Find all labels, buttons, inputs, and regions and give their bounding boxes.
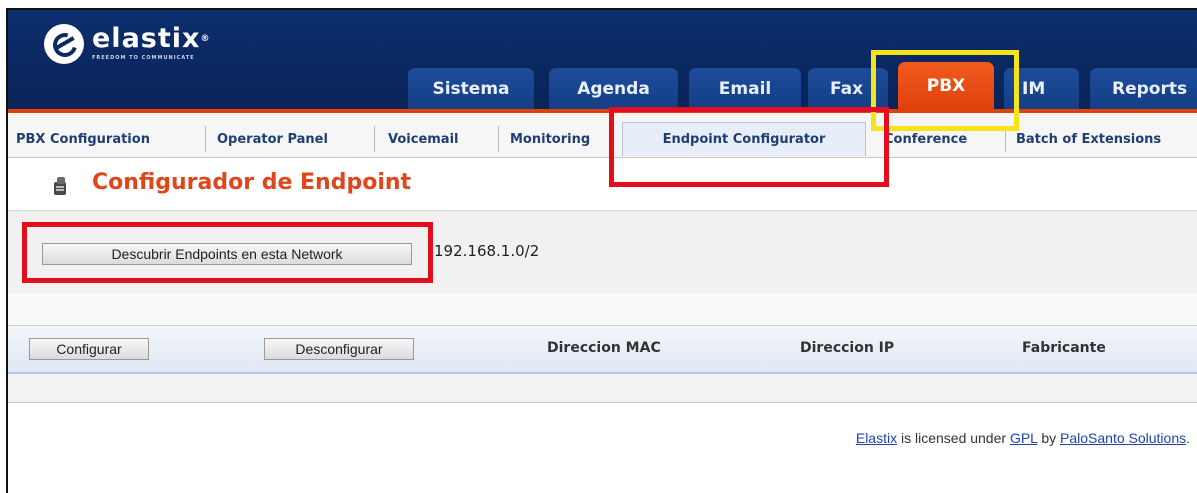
page-title: Configurador de Endpoint <box>92 170 412 195</box>
tab-reports[interactable]: Reports <box>1090 68 1197 110</box>
footer-text: . <box>1186 430 1190 446</box>
tab-label: Sistema <box>432 79 510 99</box>
submenu-label: Conference <box>884 131 968 147</box>
tab-email[interactable]: Email <box>689 68 801 110</box>
submenu-voicemail[interactable]: Voicemail <box>388 125 488 153</box>
submenu-monitoring[interactable]: Monitoring <box>510 125 610 153</box>
tab-sistema[interactable]: Sistema <box>408 68 534 110</box>
column-header-ip[interactable]: Direccion IP <box>800 340 894 356</box>
submenu-label: Operator Panel <box>217 131 328 147</box>
spacer-row <box>8 293 1197 326</box>
tab-agenda[interactable]: Agenda <box>549 68 678 110</box>
footer-text: is licensed under <box>897 430 1010 446</box>
logo-text: elastix <box>92 23 201 54</box>
palosanto-link[interactable]: PaloSanto Solutions <box>1060 430 1186 446</box>
tab-label: Reports <box>1112 79 1188 99</box>
submenu-pbx-configuration[interactable]: PBX Configuration <box>16 125 196 153</box>
elastix-link[interactable]: Elastix <box>856 430 897 446</box>
submenu-label: Monitoring <box>510 131 591 147</box>
pbx-tab-highlight <box>871 50 1019 131</box>
app-frame: elastix® FREEDOM TO COMMUNICATE Sistema … <box>6 8 1197 493</box>
configure-button[interactable]: Configurar <box>29 338 149 360</box>
footer-license: Elastix is licensed under GPL by PaloSan… <box>8 430 1190 446</box>
tab-label: Agenda <box>577 79 650 99</box>
submenu-label: Batch of Extensions <box>1016 131 1162 147</box>
network-value[interactable]: 192.168.1.0/2 <box>434 242 539 260</box>
phone-icon <box>54 177 66 195</box>
button-label: Desconfigurar <box>295 341 383 357</box>
logo-wordmark: elastix® FREEDOM TO COMMUNICATE <box>92 23 211 62</box>
submenu-divider <box>498 126 499 152</box>
button-label: Configurar <box>56 341 122 357</box>
elastix-logo-icon <box>44 24 84 64</box>
endpoint-configurator-highlight <box>609 107 889 187</box>
elastix-logo[interactable]: elastix® FREEDOM TO COMMUNICATE <box>44 24 210 64</box>
gpl-link[interactable]: GPL <box>1010 430 1038 446</box>
logo-registered-mark: ® <box>200 34 211 44</box>
tab-label: Email <box>718 79 772 99</box>
tab-label: Fax <box>830 79 864 99</box>
tab-label: IM <box>1022 79 1046 99</box>
submenu-divider <box>374 126 375 152</box>
footer-text: by <box>1037 430 1061 446</box>
submenu-operator-panel[interactable]: Operator Panel <box>217 125 367 153</box>
logo-tagline: FREEDOM TO COMMUNICATE <box>92 55 195 61</box>
page-title-row: Configurador de Endpoint <box>8 158 1197 202</box>
submenu-divider <box>205 126 206 152</box>
unconfigure-button[interactable]: Desconfigurar <box>264 338 414 360</box>
column-header-mac[interactable]: Direccion MAC <box>547 340 661 356</box>
discover-button-highlight <box>22 222 433 283</box>
submenu-label: PBX Configuration <box>16 131 150 147</box>
empty-table-row <box>8 374 1197 403</box>
table-header-row: Configurar Desconfigurar Direccion MAC D… <box>8 326 1197 374</box>
submenu-label: Voicemail <box>388 131 459 147</box>
column-header-manufacturer[interactable]: Fabricante <box>1022 340 1106 356</box>
submenu-batch-of-extensions[interactable]: Batch of Extensions <box>1016 125 1197 153</box>
